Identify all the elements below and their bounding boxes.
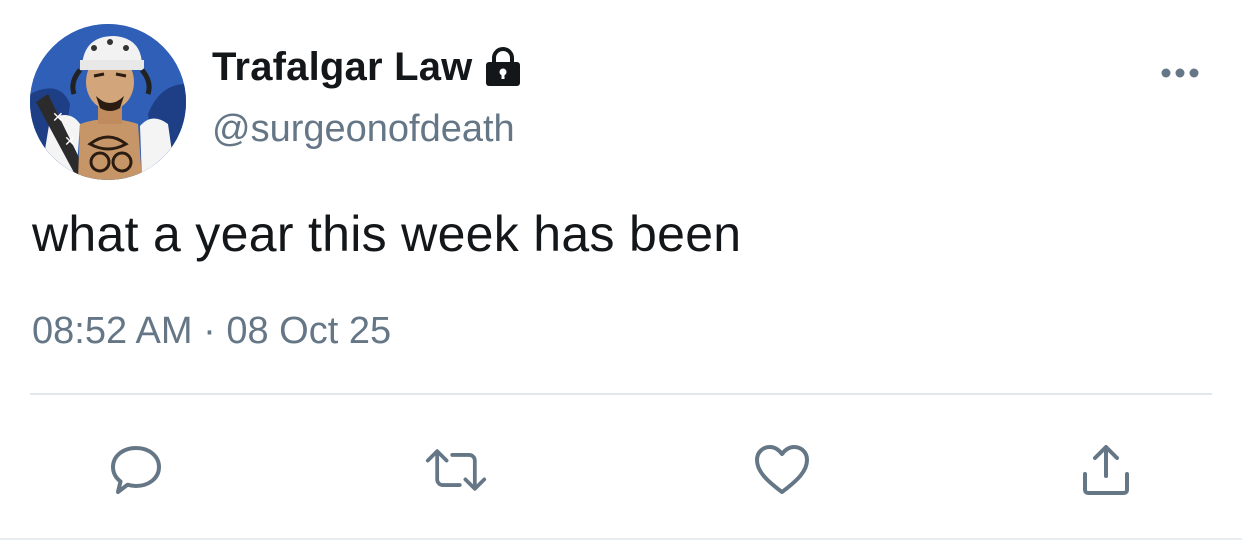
more-options-button[interactable] (1158, 58, 1202, 88)
reply-button[interactable] (104, 438, 168, 502)
avatar-image: ✕ ✕ (30, 24, 186, 180)
tweet-text: what a year this week has been (32, 206, 742, 262)
share-icon (1083, 445, 1129, 495)
share-button[interactable] (1074, 438, 1138, 502)
svg-text:✕: ✕ (52, 110, 64, 126)
tweet-card: ✕ ✕ Trafalgar Law @surgeonofdeath what a… (0, 0, 1242, 558)
lock-icon (484, 47, 522, 87)
svg-text:✕: ✕ (64, 134, 76, 150)
reply-icon (111, 446, 161, 494)
tweet-timestamp[interactable]: 08:52 AM · 08 Oct 25 (32, 310, 391, 353)
retweet-icon (425, 449, 487, 491)
user-handle[interactable]: @surgeonofdeath (212, 108, 515, 151)
divider (30, 393, 1212, 395)
more-icon (1161, 68, 1199, 78)
retweet-button[interactable] (424, 438, 488, 502)
bottom-divider (0, 538, 1242, 540)
avatar[interactable]: ✕ ✕ (30, 24, 186, 180)
like-icon (755, 445, 809, 494)
like-button[interactable] (750, 438, 814, 502)
display-name-row: Trafalgar Law (212, 42, 522, 92)
display-name[interactable]: Trafalgar Law (212, 45, 472, 90)
